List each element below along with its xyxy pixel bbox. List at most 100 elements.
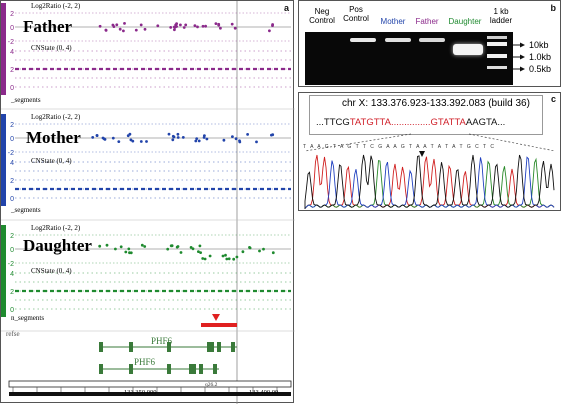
- log2ratio-point: [91, 136, 95, 139]
- mother-cnstate-label: CNState (0, 4): [31, 157, 72, 165]
- log2ratio-point: [172, 135, 176, 139]
- log2ratio-point: [140, 243, 144, 247]
- gene-exon: [199, 364, 203, 374]
- log2ratio-point: [176, 136, 180, 139]
- log2ratio-point: [270, 133, 273, 137]
- log2ratio-point: [191, 247, 195, 251]
- chromatogram: [304, 133, 556, 209]
- log2ratio-point: [224, 253, 227, 257]
- log2ratio-point: [167, 132, 171, 136]
- log2ratio-point: [124, 250, 128, 254]
- log2ratio-point: [95, 134, 99, 138]
- log2ratio-point: [139, 23, 143, 27]
- gene-exon: [99, 342, 103, 352]
- log2ratio-point: [201, 257, 205, 260]
- log2ratio-point: [230, 22, 234, 26]
- log2ratio-point: [208, 254, 212, 258]
- log2ratio-tick-label: 2: [10, 11, 14, 18]
- log2ratio-point: [114, 247, 117, 251]
- log2ratio-point: [175, 25, 179, 28]
- father-log2ratio-label: Log2Ratio (-2, 2): [31, 2, 81, 10]
- log2ratio-point: [184, 23, 188, 27]
- gene-name-2: PHF6: [134, 357, 156, 367]
- log2ratio-point: [231, 135, 234, 139]
- cnstate-tick-label: 0: [10, 196, 14, 203]
- gene-name-1: PHF6: [151, 336, 173, 346]
- log2ratio-point: [197, 250, 200, 254]
- gene-exon: [217, 342, 221, 352]
- log2ratio-point: [219, 26, 222, 30]
- log2ratio-tick-label: -2: [8, 150, 14, 157]
- log2ratio-point: [196, 25, 199, 29]
- log2ratio-point: [241, 250, 245, 254]
- log2ratio-point: [145, 140, 148, 143]
- log2ratio-point: [117, 140, 121, 144]
- log2ratio-point: [169, 244, 173, 248]
- log2ratio-point: [103, 138, 107, 141]
- log2ratio-point: [119, 245, 123, 249]
- log2ratio-point: [175, 245, 179, 249]
- gene-exon: [213, 364, 217, 374]
- log2ratio-point: [179, 251, 183, 254]
- log2ratio-point: [128, 132, 132, 136]
- marker-05kb: 0.5kb: [529, 64, 552, 74]
- log2ratio-point: [195, 137, 199, 141]
- log2ratio-tick-label: 0: [10, 136, 14, 143]
- cnstate-tick-label: 2: [10, 289, 14, 296]
- log2ratio-point: [205, 137, 209, 141]
- log2ratio-point: [172, 25, 176, 29]
- log2ratio-point: [227, 257, 231, 261]
- panel-c-sequencing: c chr X: 133.376.923-133.392.083 (build …: [298, 92, 561, 211]
- track-title-mother: Mother: [26, 128, 81, 147]
- axis-label-2: 133 400 00: [249, 389, 279, 396]
- marker-10kb: 10kb: [529, 40, 549, 50]
- log2ratio-point: [171, 138, 175, 142]
- log2ratio-point: [271, 24, 274, 27]
- log2ratio-point: [238, 140, 242, 144]
- log2ratio-point: [246, 133, 250, 136]
- gene-exon: [99, 364, 103, 374]
- log2ratio-point: [262, 247, 265, 251]
- log2ratio-point: [193, 24, 197, 27]
- panel-b-gel: b Neg Control Pos Control Mother Father …: [298, 0, 561, 87]
- track-color-bar: [1, 3, 6, 95]
- panel-a-label: a: [283, 3, 289, 13]
- log2ratio-point: [258, 249, 261, 253]
- log2ratio-point: [255, 140, 258, 144]
- gene-exon: [129, 342, 133, 352]
- log2ratio-tick-label: 2: [10, 233, 14, 240]
- callout-line-right: [468, 133, 556, 152]
- log2ratio-point: [98, 24, 102, 28]
- cnstate-tick-label: 2: [10, 178, 14, 185]
- father-cnstate-label: CNState (0, 4): [31, 44, 72, 52]
- log2ratio-point: [182, 26, 186, 29]
- track-title-daughter: Daughter: [23, 236, 92, 255]
- daughter-log2ratio-label: Log2Ratio (-2, 2): [31, 224, 81, 232]
- log2ratio-tick-label: -2: [8, 261, 14, 268]
- log2ratio-point: [169, 26, 173, 29]
- log2ratio-point: [111, 136, 115, 140]
- deletion-triangle: [212, 314, 220, 321]
- log2ratio-point: [173, 28, 176, 32]
- log2ratio-point: [271, 251, 275, 255]
- gene-exon: [129, 364, 133, 374]
- log2ratio-tick-label: 2: [10, 122, 14, 129]
- log2ratio-point: [123, 22, 126, 25]
- log2ratio-point: [175, 22, 179, 26]
- log2ratio-point: [131, 139, 135, 143]
- log2ratio-point: [198, 244, 202, 248]
- log2ratio-point: [214, 22, 218, 25]
- log2ratio-point: [225, 257, 229, 261]
- log2ratio-point: [194, 139, 198, 143]
- log2ratio-point: [134, 28, 138, 32]
- track-title-father: Father: [23, 17, 73, 36]
- log2ratio-point: [221, 254, 225, 258]
- log2ratio-point: [176, 132, 180, 136]
- gene-exon: [189, 364, 196, 374]
- log2ratio-point: [222, 138, 226, 142]
- gene-exon: [231, 342, 235, 352]
- cnstate-tick-label: 2: [10, 67, 14, 74]
- log2ratio-point: [248, 246, 252, 250]
- log2ratio-point: [202, 136, 206, 139]
- father-segments-label: _segments: [11, 96, 41, 104]
